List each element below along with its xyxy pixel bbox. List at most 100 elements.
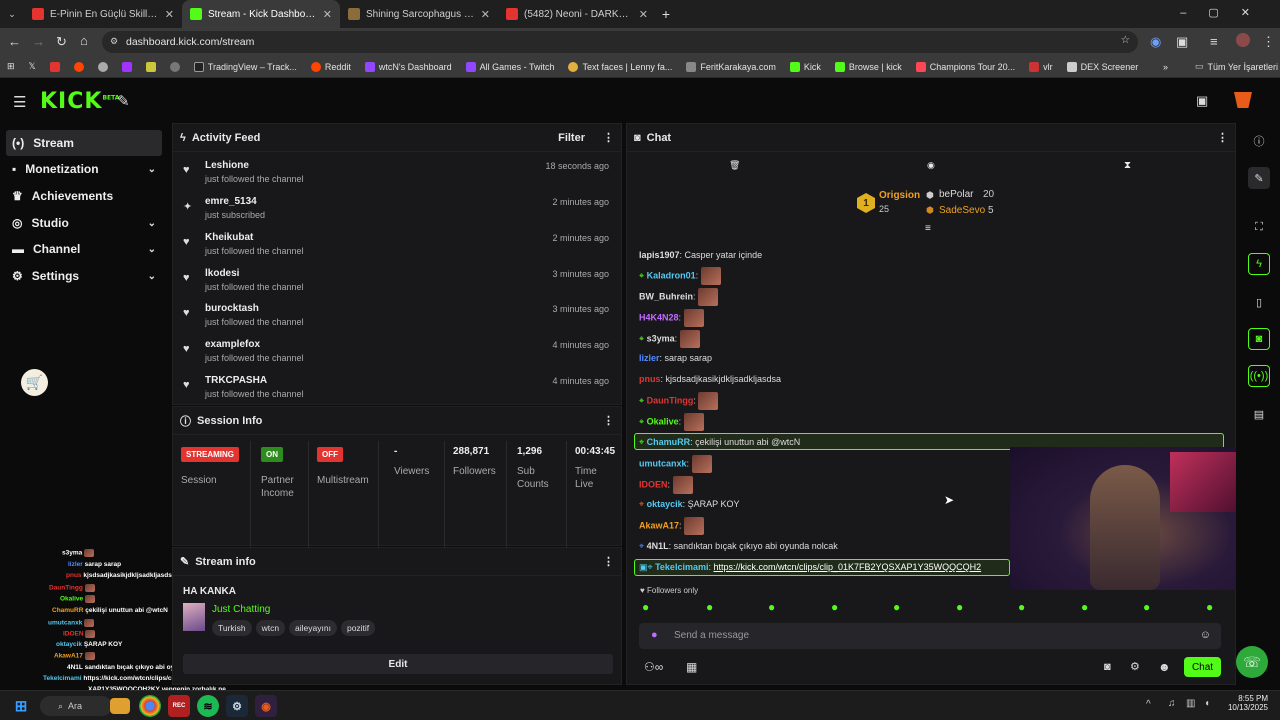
microphone-icon[interactable]: ♫ xyxy=(1168,698,1176,709)
send-chat-button[interactable]: Chat xyxy=(1184,657,1221,677)
extensions-puzzle-icon[interactable]: ▣ xyxy=(1176,34,1188,50)
sidebar-item-monetization[interactable]: ▪ Monetization ⌄ xyxy=(6,156,162,182)
info-icon[interactable]: ⓘ xyxy=(1248,130,1270,152)
sidebar-item-settings[interactable]: ⚙ Settings ⌄ xyxy=(6,263,162,289)
extension-icon[interactable]: ◉ xyxy=(1150,34,1161,50)
taskbar-search[interactable]: ⌕ Ara xyxy=(40,696,112,716)
clip-link[interactable]: https://kick.com/wtcn/clips/clip_01K7FB2… xyxy=(713,562,981,572)
close-icon[interactable]: ✕ xyxy=(481,8,490,21)
comment-icon[interactable]: ◉ xyxy=(927,160,935,171)
shop-icon[interactable]: 🛒 xyxy=(21,369,48,396)
broadcast-icon[interactable]: ((•)) xyxy=(1248,365,1270,387)
bookmark-champions-tour[interactable]: Champions Tour 20... xyxy=(909,61,1022,72)
media-icon[interactable]: ≡ xyxy=(1210,34,1218,49)
bookmark-vlr[interactable]: vlr xyxy=(1022,61,1060,72)
network-icon[interactable]: ▥ xyxy=(1186,698,1195,709)
chrome-icon[interactable] xyxy=(139,695,161,717)
recorder-icon[interactable]: REC xyxy=(168,695,190,717)
all-bookmarks[interactable]: ▭ Tüm Yer İşaretleri xyxy=(1188,61,1280,72)
print-icon[interactable]: ▤ xyxy=(1248,403,1270,425)
sidebar-item-studio[interactable]: ◎ Studio ⌄ xyxy=(6,210,162,236)
bookmark-dex-screener[interactable]: DEX Screener xyxy=(1060,61,1146,72)
emote-icon[interactable]: ● xyxy=(706,600,713,614)
youtube-icon[interactable] xyxy=(43,61,67,72)
pen-tool-icon[interactable]: ✎ xyxy=(117,92,130,110)
more-bookmarks-icon[interactable]: » xyxy=(1156,62,1175,72)
volume-icon[interactable]: ◖ xyxy=(1204,698,1210,709)
game-icon[interactable] xyxy=(139,61,163,72)
emote-icon[interactable]: ● xyxy=(1143,600,1150,614)
forward-icon[interactable]: → xyxy=(32,34,45,49)
emote-icon[interactable]: ● xyxy=(1018,600,1025,614)
sidebar-item-achievements[interactable]: ♛ Achievements xyxy=(6,183,162,209)
bookmark-tradingview[interactable]: TradingView – Track... xyxy=(187,61,304,72)
tag[interactable]: pozitif xyxy=(340,620,376,636)
browser-tab-2[interactable]: Shining Sarcophagus (series) | W✕ xyxy=(340,0,498,28)
gear-icon[interactable]: ⚙ xyxy=(1130,660,1140,673)
users-icon[interactable]: ☻ xyxy=(1158,660,1171,674)
close-icon[interactable]: ✕ xyxy=(639,8,648,21)
infinity-icon[interactable]: ⚇∞ xyxy=(644,660,663,674)
emoji-icon[interactable]: ☺ xyxy=(1200,629,1211,641)
close-icon[interactable]: ✕ xyxy=(165,8,174,21)
spotify-icon[interactable]: ≋ xyxy=(197,695,219,717)
site-info-icon[interactable]: ⚙ xyxy=(110,36,118,47)
multistream-badge[interactable]: OFF xyxy=(317,447,343,462)
crop-icon[interactable]: ⛶ xyxy=(1248,216,1270,238)
leader-first-name[interactable]: Origsion xyxy=(879,190,920,201)
close-icon[interactable]: ✕ xyxy=(323,8,332,21)
bookmark-browse-kick[interactable]: Browse | kick xyxy=(828,61,909,72)
emote-icon[interactable]: ● xyxy=(768,600,775,614)
reload-icon[interactable]: ↻ xyxy=(56,34,67,50)
chat-icon[interactable]: ◙ xyxy=(1104,661,1111,673)
new-tab-icon[interactable]: + xyxy=(656,6,676,22)
partner-income-badge[interactable]: ON xyxy=(261,447,283,462)
message-input[interactable]: ● Send a message ☺ xyxy=(639,623,1221,649)
edit-button[interactable]: Edit xyxy=(183,654,613,674)
trash-icon[interactable]: 🗑 xyxy=(729,160,740,171)
yahoo-icon[interactable] xyxy=(115,61,139,72)
hourglass-icon[interactable]: ⧗ xyxy=(1124,160,1131,171)
browser-tab-0[interactable]: E-Pinin En Güçlü Skilli - Pindirim✕ xyxy=(24,0,182,28)
reddit-icon[interactable] xyxy=(67,61,91,72)
kick-logo[interactable]: KICKBETA xyxy=(40,89,119,114)
chrome-icon[interactable] xyxy=(91,61,115,72)
tray-chevron-icon[interactable]: ^ xyxy=(1146,699,1151,710)
document-icon[interactable]: ▯ xyxy=(1248,291,1270,313)
windows-start-icon[interactable]: ⊞ xyxy=(10,695,32,717)
menu-dots-icon[interactable]: ⋮ xyxy=(1262,34,1275,50)
browser-tab-1[interactable]: Stream - Kick Dashboard ✕ xyxy=(182,0,340,28)
tag[interactable]: aileyayını xyxy=(289,620,337,636)
tag[interactable]: Turkish xyxy=(212,620,252,636)
back-icon[interactable]: ← xyxy=(8,34,21,49)
bookmark-feritkarakaya[interactable]: FeritKarakaya.com xyxy=(679,61,783,72)
sidebar-item-stream[interactable]: (•) Stream xyxy=(6,130,162,156)
bookmark-wtcn-dashboard[interactable]: wtcN's Dashboard xyxy=(358,61,459,72)
steam-icon[interactable]: ⚙ xyxy=(226,695,248,717)
more-options-icon[interactable]: ⋮ xyxy=(603,131,614,144)
tab-search-icon[interactable]: ⌄ xyxy=(0,9,24,20)
edit-icon[interactable]: ✎ xyxy=(1248,167,1270,189)
bookmark-kick[interactable]: Kick xyxy=(783,61,828,72)
emote-icon[interactable]: ● xyxy=(956,600,963,614)
category-link[interactable]: Just Chatting xyxy=(212,604,270,615)
emote-icon[interactable]: ● xyxy=(1081,600,1088,614)
tag[interactable]: wtcn xyxy=(255,620,286,636)
globe-icon[interactable] xyxy=(163,61,187,72)
emote-icon[interactable]: ● xyxy=(1206,600,1213,614)
apps-icon[interactable]: ⊞ xyxy=(0,61,22,72)
file-explorer-icon[interactable] xyxy=(110,698,130,714)
more-options-icon[interactable]: ⋮ xyxy=(603,555,614,568)
bookmark-star-icon[interactable]: ☆ xyxy=(1121,34,1130,46)
profile-avatar[interactable] xyxy=(1236,33,1250,47)
window-controls[interactable]: –▢✕ xyxy=(1180,6,1272,19)
x-icon[interactable]: 𝕏 xyxy=(22,61,43,72)
bookmark-reddit[interactable]: Reddit xyxy=(304,61,358,72)
url-field[interactable]: ⚙ dashboard.kick.com/stream ☆ xyxy=(102,31,1138,53)
hamburger-menu-icon[interactable]: ☰ xyxy=(13,93,26,111)
bookmark-text-faces[interactable]: Text faces | Lenny fa... xyxy=(561,61,679,72)
filter-button[interactable]: Filter xyxy=(558,132,585,144)
chat-bubble-icon[interactable]: ◙ xyxy=(1248,328,1270,350)
store-icon[interactable]: ▦ xyxy=(686,660,697,674)
screen-icon[interactable]: ▣ xyxy=(1196,93,1208,109)
